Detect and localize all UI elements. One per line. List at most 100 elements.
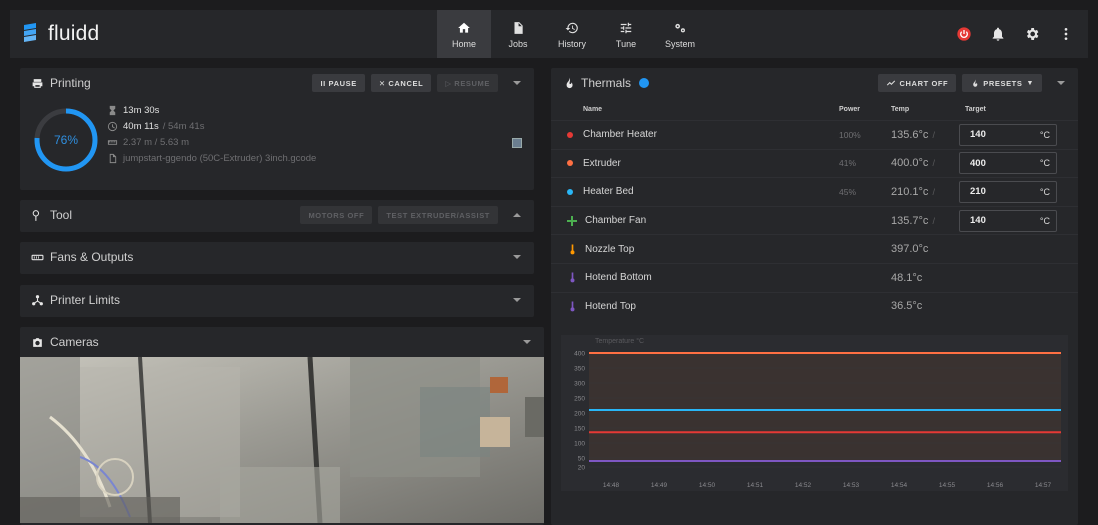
info-icon[interactable] (639, 78, 650, 88)
chart-line-icon (886, 80, 895, 86)
nav-system[interactable]: System (653, 10, 707, 58)
temp-separator: / (932, 129, 935, 140)
thermal-row[interactable]: Hotend Top 36.5°c (551, 291, 1078, 321)
thermal-target-cell: 140 °C (959, 123, 1059, 146)
fans-header[interactable]: Fans & Outputs (20, 242, 534, 272)
printing-header: Printing II PAUSE ✕ CANCEL ▷ RESUME (20, 68, 534, 98)
thermometer-icon (567, 272, 577, 284)
header-name: Name (583, 105, 603, 113)
thermal-temp: 210.1°c (891, 185, 929, 198)
thermal-row[interactable]: Nozzle Top 397.0°c (551, 234, 1078, 263)
thermal-power: 41% (839, 158, 857, 169)
cameras-header[interactable]: Cameras (20, 327, 544, 357)
cameras-title: Cameras (50, 335, 99, 349)
bell-icon[interactable] (990, 26, 1006, 42)
chevron-down-icon[interactable] (510, 250, 524, 264)
print-stats: 13m 30s 40m 11s / 54m 41s 2.37 m / 5.63 … (106, 102, 316, 166)
tool-header[interactable]: Tool MOTORS OFF TEST EXTRUDER/ASSIST (20, 200, 534, 230)
camera-feed (20, 357, 544, 523)
filename-text: jumpstart-ggendo (50C-Extruder) 3inch.gc… (123, 152, 317, 164)
chart-y-tick-label: 300 (574, 381, 585, 388)
brand[interactable]: fluidd (22, 22, 402, 46)
chevron-down-icon[interactable] (510, 293, 524, 307)
temp-separator: / (932, 158, 935, 169)
printing-title: Printing (50, 76, 91, 90)
chart-y-tick-label: 350 (574, 366, 585, 373)
test-extruder-button[interactable]: TEST EXTRUDER/ASSIST (378, 206, 498, 224)
header-power: Power (839, 105, 861, 113)
thermal-row[interactable]: Heater Bed 45% 210.1°c/210 °C (551, 177, 1078, 206)
settings-icon[interactable] (1024, 26, 1040, 42)
tool-icon (30, 208, 44, 222)
chart-x-tick-label: 14:54 (891, 482, 908, 489)
main-nav: Home Jobs History Tune System (437, 10, 707, 58)
thermal-temp: 135.7°c (891, 214, 929, 227)
temperature-chart: Temperature °C 400 350 300 250 200 150 100 50 20 1… (561, 335, 1068, 491)
thermals-rows: Chamber Heater 100% 135.6°c/140 °C Extruder 4… (551, 120, 1078, 320)
chart-x-tick-label: 14:56 (987, 482, 1004, 489)
target-input[interactable]: 140 °C (959, 209, 1057, 232)
nav-jobs[interactable]: Jobs (491, 10, 545, 58)
target-unit: °C (1039, 129, 1050, 140)
tune-icon (619, 20, 633, 36)
chart-y-tick-label: 20 (578, 465, 586, 472)
motors-off-button[interactable]: MOTORS OFF (300, 206, 373, 224)
chart-y-tick-label: 100 (574, 441, 585, 448)
header-temp: Temp (891, 105, 910, 113)
printing-body: 76% 13m 30s 40m 11s / 54m 41s 2.37 m / 5… (20, 98, 534, 186)
thermal-row[interactable]: Extruder 41% 400.0°c/400 °C (551, 148, 1078, 178)
thermal-row[interactable]: Chamber Fan 135.7°c/140 °C (551, 205, 1078, 235)
thermal-name-cell: Hotend Top (551, 300, 839, 312)
target-input[interactable]: 400 °C (959, 152, 1057, 175)
limits-header[interactable]: Printer Limits (20, 285, 534, 315)
resume-button[interactable]: ▷ RESUME (437, 74, 498, 92)
fans-title: Fans & Outputs (50, 250, 134, 264)
thermal-target-cell: 210 °C (959, 180, 1059, 203)
thermal-row[interactable]: Chamber Heater 100% 135.6°c/140 °C (551, 120, 1078, 149)
target-unit: °C (1039, 215, 1050, 226)
chart-y-axis-label: Temperature °C (595, 337, 644, 345)
chart-off-button[interactable]: CHART OFF (877, 74, 957, 92)
camera-frame-image (20, 357, 544, 523)
thermals-title: Thermals (581, 76, 632, 90)
thermal-temp-cell: 397.0°c (891, 243, 959, 255)
pause-button[interactable]: II PAUSE (312, 74, 365, 92)
chart-plot-area (589, 353, 1061, 461)
thermal-name: Hotend Top (585, 300, 636, 312)
chart-x-tick-label: 14:53 (843, 482, 860, 489)
thermal-name-cell: Nozzle Top (551, 243, 839, 255)
thermal-name: Nozzle Top (585, 243, 635, 255)
cancel-button[interactable]: ✕ CANCEL (370, 74, 432, 92)
chart-y-tick-label: 400 (574, 351, 585, 358)
file-icon (511, 20, 525, 36)
thermal-row[interactable]: Hotend Bottom 48.1°c (551, 262, 1078, 292)
color-dot-icon (567, 160, 573, 167)
limits-card: Printer Limits (20, 285, 534, 317)
nav-home[interactable]: Home (437, 10, 491, 58)
gears-icon (673, 20, 687, 36)
nav-history[interactable]: History (545, 10, 599, 58)
thermal-temp-cell: 400.0°c / (891, 157, 959, 169)
power-icon[interactable] (956, 26, 972, 42)
presets-button[interactable]: PRESETS ▼ (962, 74, 1042, 92)
caret-down-icon: ▼ (1026, 79, 1034, 87)
target-input[interactable]: 210 °C (959, 180, 1057, 203)
target-input[interactable]: 140 °C (959, 123, 1057, 146)
thermal-name-cell: Heater Bed (551, 186, 839, 197)
collapse-chevron-icon[interactable] (510, 76, 524, 90)
expand-chevron-icon[interactable] (510, 208, 524, 222)
stat-elapsed: 13m 30s (106, 102, 316, 118)
more-vert-icon[interactable] (1058, 26, 1074, 42)
thermal-temp: 48.1°c (891, 271, 923, 284)
chevron-down-icon[interactable] (520, 335, 534, 349)
nav-jobs-label: Jobs (508, 38, 528, 49)
thermal-temp-cell: 135.6°c / (891, 129, 959, 141)
filament-text: 2.37 m / 5.63 m (123, 136, 190, 148)
stat-filament: 2.37 m / 5.63 m (106, 134, 316, 150)
home-icon (457, 20, 471, 36)
nav-tune[interactable]: Tune (599, 10, 653, 58)
chart-x-tick-label: 14:49 (651, 482, 668, 489)
chart-x-tick-label: 14:50 (699, 482, 716, 489)
thermals-table: Name Power Temp Target Chamber Heater 100… (551, 98, 1078, 320)
collapse-chevron-icon[interactable] (1054, 76, 1068, 90)
